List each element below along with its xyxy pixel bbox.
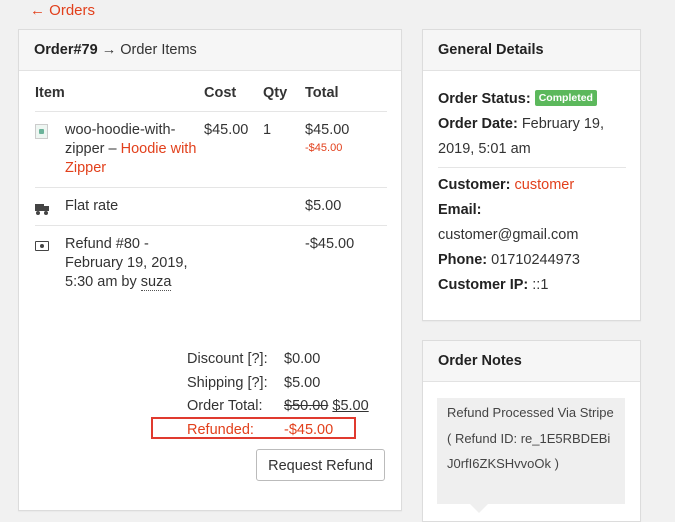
- product-qty: 1: [263, 111, 305, 188]
- order-status-line: Order Status: Completed: [438, 87, 630, 112]
- customer-ip-value: ::1: [532, 277, 549, 293]
- details-divider: [438, 167, 626, 168]
- customer-label: Customer:: [438, 177, 511, 193]
- refund-total: -$45.00: [305, 236, 355, 252]
- order-status-label: Order Status:: [438, 91, 531, 107]
- col-header-qty: Qty: [263, 85, 305, 112]
- phone-value: 01710244973: [491, 252, 580, 268]
- phone-line: Phone: 01710244973: [438, 248, 630, 273]
- table-row-product: woo-hoodie-with-zipper – Hoodie with Zip…: [35, 111, 387, 188]
- order-items-title: Order Items: [120, 42, 197, 58]
- order-items-header: Order#79 → Order Items: [19, 30, 401, 71]
- discount-label: Discount [?]:: [187, 351, 268, 367]
- customer-line: Customer: customer: [438, 173, 630, 198]
- arrow-icon: →: [101, 42, 117, 58]
- order-total-original: $50.00: [284, 398, 329, 414]
- status-badge: Completed: [534, 90, 597, 106]
- order-total-net: $5.00: [332, 398, 369, 414]
- col-header-item: Item: [35, 85, 204, 112]
- customer-ip-label: Customer IP:: [438, 277, 529, 293]
- refund-user[interactable]: suza: [140, 274, 172, 291]
- customer-link[interactable]: customer: [515, 177, 575, 193]
- general-details-title: General Details: [438, 42, 544, 58]
- product-total: $45.00: [305, 122, 350, 138]
- general-details-panel: General Details Order Status: Completed …: [422, 29, 641, 321]
- product-thumbnail-icon[interactable]: [35, 124, 48, 139]
- truck-icon: [35, 204, 50, 215]
- product-refunded-amount: -$45.00: [305, 142, 343, 154]
- order-note: Refund Processed Via Stripe ( Refund ID:…: [437, 398, 625, 504]
- shipping-value: $5.00: [284, 374, 321, 391]
- table-row-shipping: Flat rate $5.00: [35, 187, 387, 226]
- col-header-total: Total: [305, 85, 387, 112]
- request-refund-button[interactable]: Request Refund: [256, 449, 385, 481]
- note-bubble-tail: [469, 503, 489, 513]
- shipping-label: Shipping [?]:: [187, 374, 268, 391]
- order-date-line: Order Date: February 19, 2019, 5:01 am: [438, 112, 630, 162]
- order-total-label: Order Total:: [187, 398, 263, 414]
- discount-value: $0.00: [284, 351, 321, 367]
- order-date-label: Order Date:: [438, 116, 518, 132]
- back-to-orders-link[interactable]: ← Orders: [30, 2, 95, 19]
- email-value: customer@gmail.com: [438, 227, 579, 243]
- order-items-table: Item Cost Qty Total woo-hoodie-with-zipp…: [35, 85, 387, 301]
- product-cost: $45.00: [204, 111, 263, 188]
- email-line: Email:: [438, 198, 630, 223]
- table-row-refund: Refund #80 - February 19, 2019, 5:30 am …: [35, 226, 387, 302]
- money-icon: [35, 241, 49, 251]
- email-label: Email:: [438, 202, 482, 218]
- col-header-cost: Cost: [204, 85, 263, 112]
- shipping-method: Flat rate: [65, 187, 204, 226]
- order-notes-title: Order Notes: [438, 353, 522, 369]
- general-details-header: General Details: [423, 30, 640, 71]
- order-number: Order#79: [34, 42, 98, 58]
- shipping-total: $5.00: [305, 187, 387, 226]
- phone-label: Phone:: [438, 252, 488, 268]
- order-notes-header: Order Notes: [423, 341, 640, 382]
- refunded-highlight-box: [151, 417, 356, 439]
- order-notes-panel: Order Notes Refund Processed Via Stripe …: [422, 340, 641, 522]
- customer-ip-line: Customer IP: ::1: [438, 273, 630, 298]
